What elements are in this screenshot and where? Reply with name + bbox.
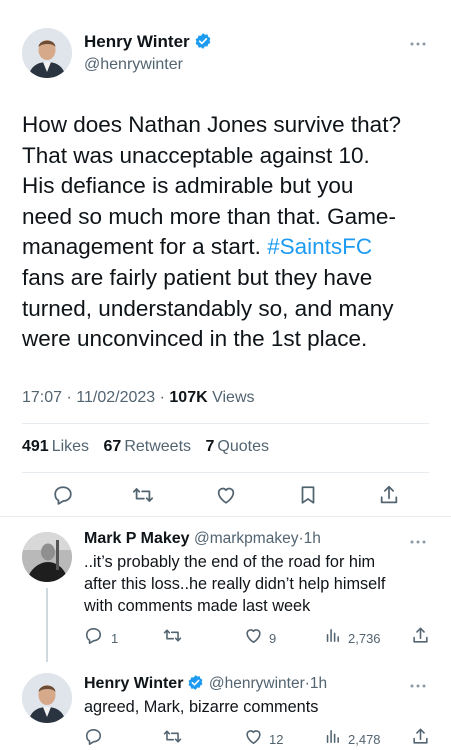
tweet-meta: 17:07 · 11/02/2023 · 107K Views [22,389,255,407]
meta-separator: · [159,389,165,406]
reply-line: after this loss..he really didn’t help h… [84,575,386,593]
retweet-icon[interactable] [163,727,182,750]
reply-avatar[interactable] [22,673,72,723]
views-label: Views [212,389,255,406]
divider [0,516,451,517]
reply-author-handle[interactable]: @markpmakey [194,530,298,547]
retweets-count: 67 [103,438,122,455]
reply-icon[interactable] [84,727,103,750]
hashtag-link[interactable]: #SaintsFC [267,234,372,259]
quotes-label: Quotes [217,438,269,455]
body-line: were unconvinced in the 1st place. [22,326,368,352]
engagement-stats: 491 Likes 67 Retweets 7 Quotes [22,438,279,456]
divider [22,423,429,424]
reply-line: agreed, Mark, bizarre comments [84,698,319,716]
views-button[interactable]: 2,736 [324,627,381,649]
likes-label: Likes [51,438,90,455]
view-count: 2,736 [348,630,381,646]
views-count: 107K [169,389,208,406]
share-icon[interactable] [378,484,400,506]
body-line: need so much more than that. Game- [22,203,396,229]
retweets-label: Retweets [124,438,192,455]
quotes-stat[interactable]: 7 Quotes [205,438,269,455]
tweet-body: How does Nathan Jones survive that? That… [22,110,401,355]
reply-text: agreed, Mark, bizarre comments [84,696,318,718]
reply-header: Henry Winter @henrywinter·1h [84,674,327,696]
body-line: turned, understandably so, and many [22,295,394,321]
like-count: 12 [269,731,284,747]
tweet-time[interactable]: 17:07 [22,389,62,406]
body-line-text: management for a start. [22,234,268,260]
retweets-stat[interactable]: 67 Retweets [104,438,192,455]
verified-badge-icon [187,674,204,696]
meta-separator: · [66,389,72,406]
author-name[interactable]: Henry Winter [84,32,190,51]
reply-button[interactable]: 1 [84,626,118,650]
author-handle[interactable]: @henrywinter [84,56,183,74]
like-icon[interactable] [215,484,237,506]
retweet-icon[interactable] [132,484,154,506]
reply-text: ..it’s probably the end of the road for … [84,551,385,617]
reply-author-name[interactable]: Henry Winter [84,675,183,692]
thread-line [46,588,48,662]
like-icon [244,727,263,750]
view-count: 2,478 [348,731,381,747]
views-chart-icon [324,728,341,750]
author-avatar[interactable] [22,28,72,78]
likes-count: 491 [22,438,49,455]
more-dots-icon[interactable] [409,34,427,50]
share-icon[interactable] [411,626,430,650]
reply-icon [84,626,103,650]
reply-icon[interactable] [52,484,74,506]
body-line: That was unacceptable against 10. [22,142,370,168]
reply-line: with comments made last week [84,597,311,615]
like-count: 9 [269,630,277,646]
body-line: How does Nathan Jones survive that? [22,112,401,137]
reply-age[interactable]: 1h [310,675,327,692]
divider [22,472,429,473]
views-chart-icon [324,627,341,649]
bookmark-icon[interactable] [297,484,319,506]
likes-stat[interactable]: 491 Likes [22,438,89,455]
quotes-count: 7 [205,438,215,455]
reply-count: 1 [111,630,119,646]
reply-author-name[interactable]: Mark P Makey [84,530,190,547]
retweet-icon[interactable] [163,626,182,650]
more-dots-icon[interactable] [409,676,427,694]
verified-badge-icon [194,32,212,55]
tweet-date[interactable]: 11/02/2023 [76,389,155,406]
like-icon [244,626,263,650]
like-button[interactable]: 9 [244,626,276,650]
reply-author-handle[interactable]: @henrywinter [209,675,305,692]
reply-line: ..it’s probably the end of the road for … [84,553,376,571]
reply-age[interactable]: 1h [304,530,321,547]
reply-header: Mark P Makey @markpmakey·1h [84,530,321,548]
body-line: His defiance is admirable but you [22,173,354,199]
share-icon[interactable] [411,727,430,750]
body-line: fans are fairly patient but they have [22,264,373,290]
views-button[interactable]: 2,478 [324,728,381,750]
reply-avatar[interactable] [22,532,72,582]
more-dots-icon[interactable] [409,532,427,550]
like-button[interactable]: 12 [244,727,283,750]
body-line: management for a start. #SaintsFC [22,232,401,263]
